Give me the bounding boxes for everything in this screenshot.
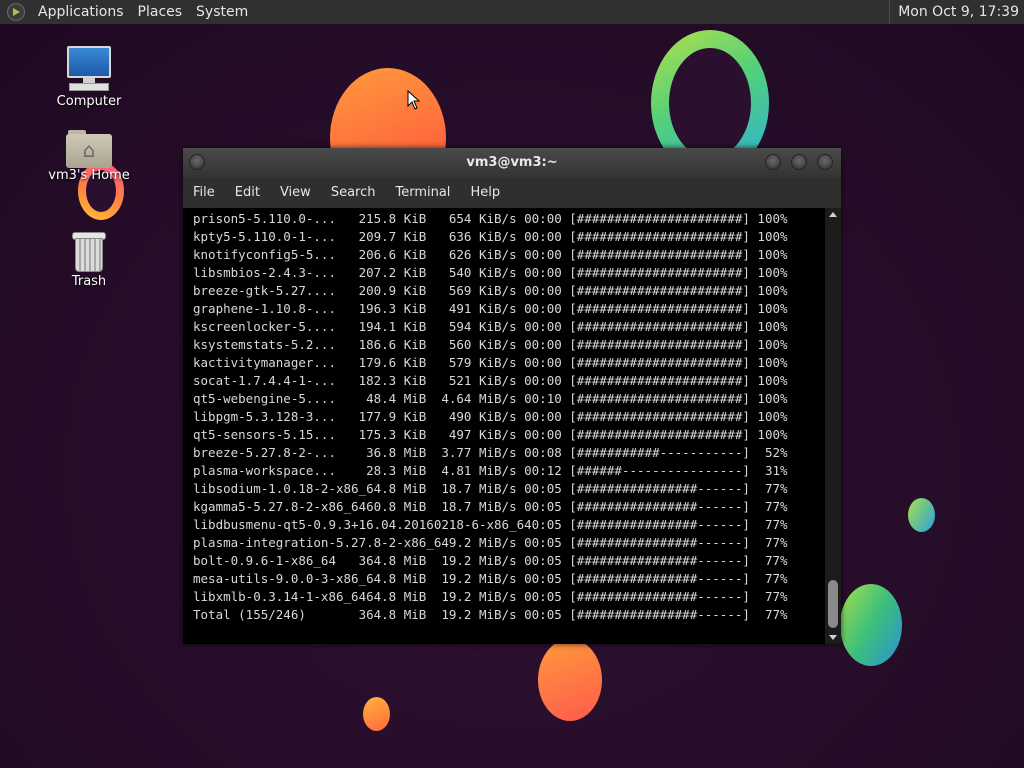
- terminal-line: kgamma5-5.27.8-2-x86_6460.8 MiB 18.7 MiB…: [193, 499, 788, 514]
- panel-menu-places[interactable]: Places: [131, 0, 190, 24]
- terminal-line: libpgm-5.3.128-3... 177.9 KiB 490 KiB/s …: [193, 409, 788, 424]
- terminal-line: knotifyconfig5-5... 206.6 KiB 626 KiB/s …: [193, 247, 788, 262]
- terminal-line: plasma-workspace... 28.3 MiB 4.81 MiB/s …: [193, 463, 788, 478]
- desktop-icon-home[interactable]: ⌂ vm3's Home: [44, 128, 134, 183]
- window-titlebar[interactable]: vm3@vm3:~: [183, 148, 841, 178]
- wallpaper-shape: [908, 498, 935, 532]
- top-panel: Applications Places System Mon Oct 9, 17…: [0, 0, 1024, 24]
- terminal-line: mesa-utils-9.0.0-3-x86_64.8 MiB 19.2 MiB…: [193, 571, 788, 586]
- terminal-line: libsmbios-2.4.3-... 207.2 KiB 540 KiB/s …: [193, 265, 788, 280]
- terminal-line: breeze-5.27.8-2-... 36.8 MiB 3.77 MiB/s …: [193, 445, 788, 460]
- terminal-line: libxmlb-0.3.14-1-x86_6464.8 MiB 19.2 MiB…: [193, 589, 788, 604]
- wallpaper-shape: [840, 584, 902, 666]
- terminal-line: graphene-1.10.8-... 196.3 KiB 491 KiB/s …: [193, 301, 788, 316]
- scrollbar-thumb[interactable]: [828, 580, 838, 628]
- terminal-line: kscreenlocker-5.... 194.1 KiB 594 KiB/s …: [193, 319, 788, 334]
- terminal-line: kactivitymanager... 179.6 KiB 579 KiB/s …: [193, 355, 788, 370]
- terminal-line: libsodium-1.0.18-2-x86_64.8 MiB 18.7 MiB…: [193, 481, 788, 496]
- terminal-line: prison5-5.110.0-... 215.8 KiB 654 KiB/s …: [193, 211, 788, 226]
- terminal-line: breeze-gtk-5.27.... 200.9 KiB 569 KiB/s …: [193, 283, 788, 298]
- menu-edit[interactable]: Edit: [225, 178, 270, 208]
- terminal-line: socat-1.7.4.4-1-... 182.3 KiB 521 KiB/s …: [193, 373, 788, 388]
- terminal-line: bolt-0.9.6-1-x86_64 364.8 MiB 19.2 MiB/s…: [193, 553, 788, 568]
- window-title: vm3@vm3:~: [466, 155, 558, 170]
- terminal-line: ksystemstats-5.2... 186.6 KiB 560 KiB/s …: [193, 337, 788, 352]
- menu-file[interactable]: File: [183, 178, 225, 208]
- close-button[interactable]: [817, 154, 833, 170]
- menu-view[interactable]: View: [270, 178, 321, 208]
- panel-menu-applications[interactable]: Applications: [31, 0, 131, 24]
- desktop-icon-trash[interactable]: Trash: [44, 228, 134, 289]
- terminal-line: kpty5-5.110.0-1-... 209.7 KiB 636 KiB/s …: [193, 229, 788, 244]
- maximize-button[interactable]: [791, 154, 807, 170]
- desktop-icon-label: Trash: [71, 274, 107, 289]
- home-folder-icon: ⌂: [66, 128, 112, 168]
- terminal-line: qt5-webengine-5.... 48.4 MiB 4.64 MiB/s …: [193, 391, 788, 406]
- menu-search[interactable]: Search: [321, 178, 386, 208]
- panel-menu-system[interactable]: System: [189, 0, 255, 24]
- desktop-icon-computer[interactable]: Computer: [44, 46, 134, 109]
- terminal-window: vm3@vm3:~ File Edit View Search Terminal…: [183, 148, 841, 644]
- desktop-icon-label: Computer: [56, 94, 122, 109]
- terminal-line: Total (155/246) 364.8 MiB 19.2 MiB/s 00:…: [193, 607, 788, 622]
- terminal-output[interactable]: prison5-5.110.0-... 215.8 KiB 654 KiB/s …: [183, 208, 825, 644]
- terminal-scrollbar[interactable]: [825, 208, 841, 644]
- terminal-line: plasma-integration-5.27.8-2-x86_649.2 Mi…: [193, 535, 788, 550]
- scroll-up-icon[interactable]: [829, 212, 837, 217]
- menu-help[interactable]: Help: [460, 178, 510, 208]
- menu-logo-icon[interactable]: [7, 3, 25, 21]
- minimize-button[interactable]: [765, 154, 781, 170]
- panel-clock[interactable]: Mon Oct 9, 17:39: [889, 0, 1019, 24]
- terminal-menubar: File Edit View Search Terminal Help: [183, 178, 841, 208]
- computer-icon: [65, 46, 113, 94]
- trash-icon: [69, 228, 109, 274]
- desktop-icon-label: vm3's Home: [48, 168, 130, 183]
- wallpaper-shape: [363, 697, 390, 731]
- menu-terminal[interactable]: Terminal: [385, 178, 460, 208]
- scroll-down-icon[interactable]: [829, 635, 837, 640]
- wallpaper-shape: [538, 639, 602, 721]
- terminal-line: libdbusmenu-qt5-0.9.3+16.04.20160218-6-x…: [193, 517, 788, 532]
- terminal-line: qt5-sensors-5.15... 175.3 KiB 497 KiB/s …: [193, 427, 788, 442]
